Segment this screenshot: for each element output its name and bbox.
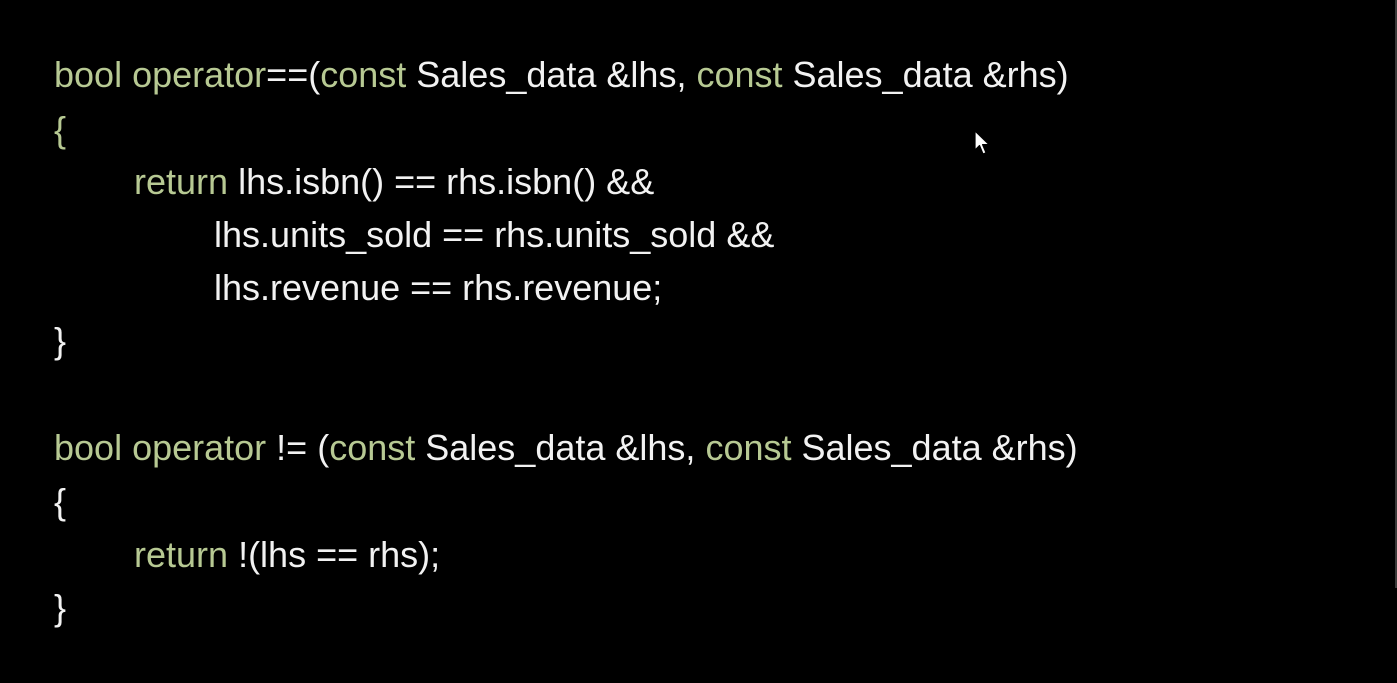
code-token: return xyxy=(134,534,229,575)
code-token: const xyxy=(320,54,407,95)
code-line-4: lhs.units_sold == rhs.units_sold && xyxy=(174,160,774,255)
code-editor-view: bool operator==(const Sales_data &lhs, c… xyxy=(0,0,1397,628)
code-line-2: { xyxy=(14,55,66,150)
code-token: Sales_data &rhs) xyxy=(791,427,1078,468)
code-token: lhs.revenue == rhs.revenue; xyxy=(214,267,663,308)
code-token: bool operator xyxy=(54,54,267,95)
code-line-5: lhs.revenue == rhs.revenue; xyxy=(174,213,662,308)
code-token: } xyxy=(54,587,67,628)
code-token: { xyxy=(54,109,67,150)
code-token: const xyxy=(705,427,792,468)
code-token: Sales_data &lhs, xyxy=(415,427,706,468)
code-line-6: } xyxy=(14,266,66,361)
code-line-11: } xyxy=(14,533,66,628)
code-token: { xyxy=(54,481,67,522)
code-token: } xyxy=(54,320,67,361)
code-token: bool operator xyxy=(54,427,267,468)
mouse-pointer-icon xyxy=(974,130,990,155)
code-token: const xyxy=(696,54,783,95)
code-token: !(lhs == rhs); xyxy=(228,534,441,575)
code-token: Sales_data &lhs, xyxy=(406,54,697,95)
code-token: const xyxy=(329,427,416,468)
code-line-9: { xyxy=(14,427,66,522)
code-line-3: return lhs.isbn() == rhs.isbn() && xyxy=(94,107,654,202)
code-token: ==( xyxy=(266,54,321,95)
code-line-1: bool operator==(const Sales_data &lhs, c… xyxy=(14,0,1069,95)
code-token: != ( xyxy=(266,427,330,468)
code-token: Sales_data &rhs) xyxy=(782,54,1069,95)
code-line-8: bool operator != (const Sales_data &lhs,… xyxy=(14,373,1078,468)
code-line-10: return !(lhs == rhs); xyxy=(94,480,440,575)
